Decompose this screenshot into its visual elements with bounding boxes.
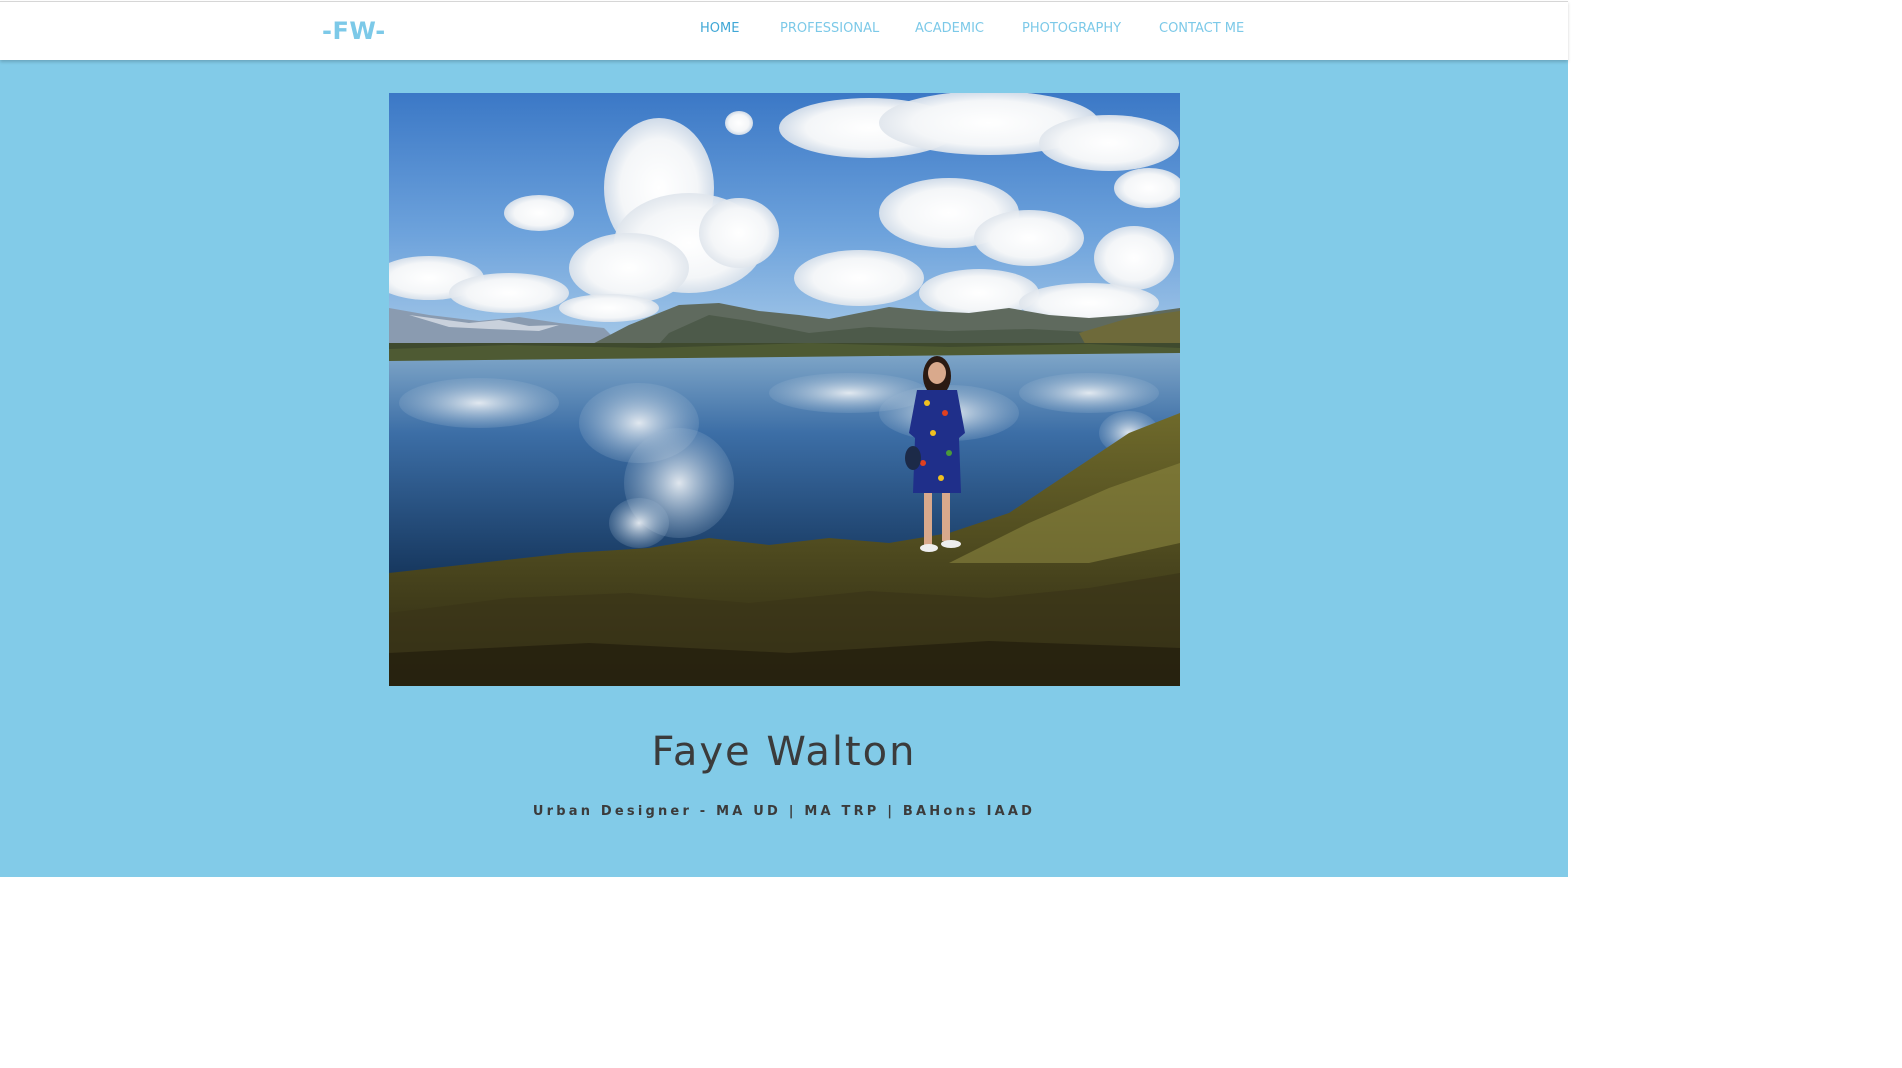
footer-divider xyxy=(0,877,1568,879)
nav-professional[interactable]: PROFESSIONAL xyxy=(780,21,879,37)
nav-academic[interactable]: ACADEMIC xyxy=(915,21,984,37)
site-logo[interactable]: -FW- xyxy=(322,17,386,45)
nav-contact-me[interactable]: CONTACT ME xyxy=(1159,21,1244,37)
nav-photography[interactable]: PHOTOGRAPHY xyxy=(1022,21,1121,37)
nav-home[interactable]: HOME xyxy=(700,21,739,37)
main-content: Faye Walton Urban Designer - MA UD | MA … xyxy=(0,60,1568,877)
site-header: -FW- HOME PROFESSIONAL ACADEMIC PHOTOGRA… xyxy=(0,1,1568,60)
profile-name: Faye Walton xyxy=(651,729,917,775)
hero-photo xyxy=(389,93,1180,686)
profile-title: Urban Designer - MA UD | MA TRP | BAHons… xyxy=(532,804,1036,819)
page: -FW- HOME PROFESSIONAL ACADEMIC PHOTOGRA… xyxy=(0,0,1568,879)
